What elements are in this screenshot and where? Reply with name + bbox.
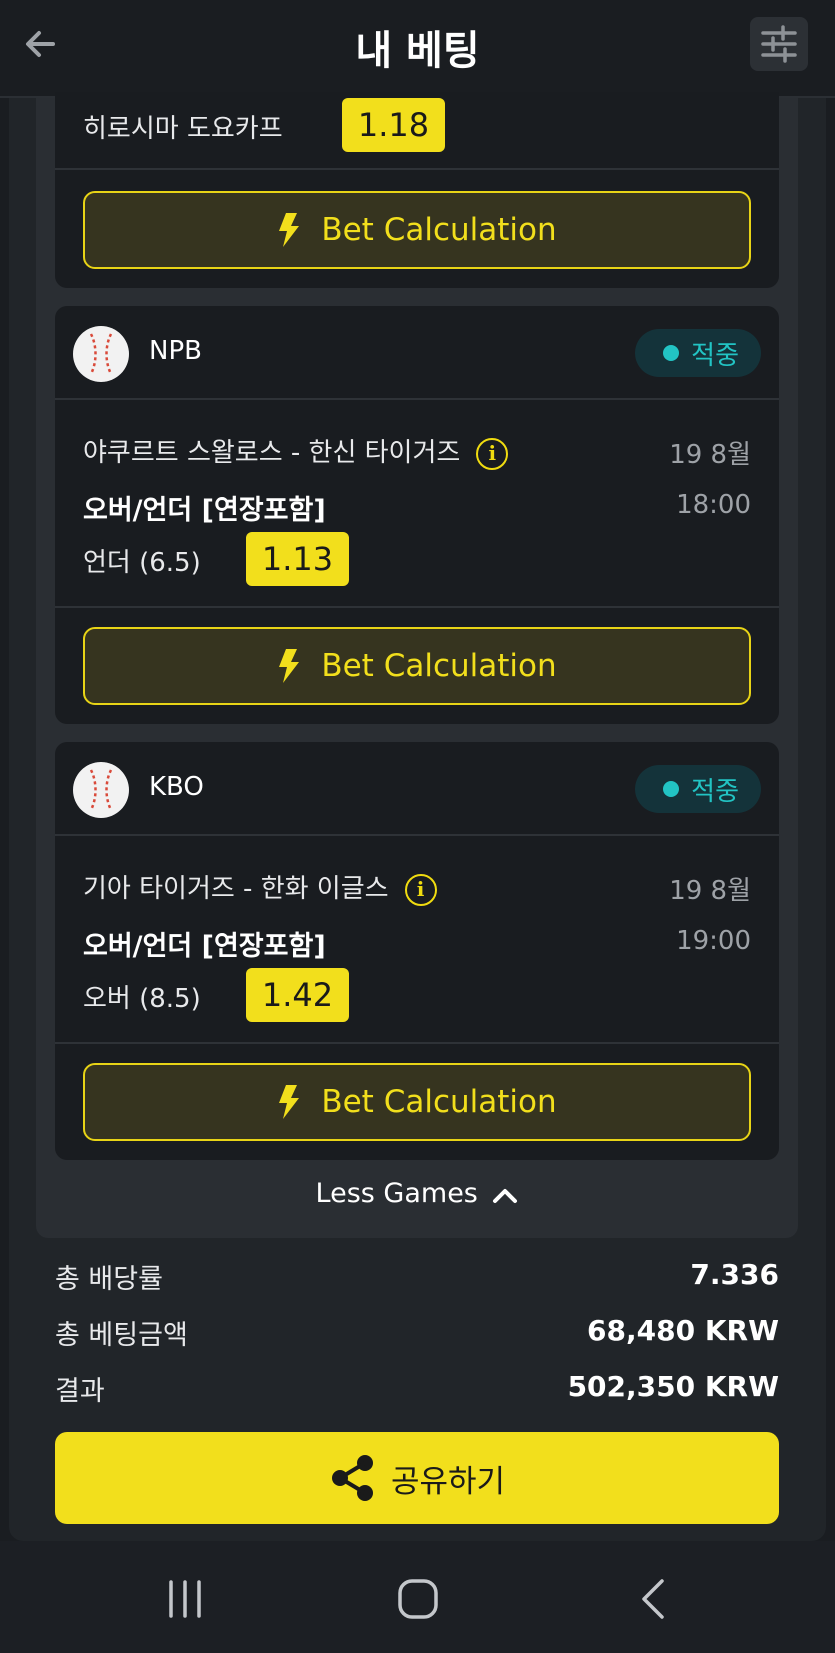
bet-calculation-label: Bet Calculation xyxy=(321,212,557,248)
top-bar: 내 베팅 xyxy=(0,0,835,98)
back-nav-button[interactable] xyxy=(623,1571,683,1627)
market-label: 오버/언더 [연장포함] xyxy=(83,495,326,526)
bet-calculation-button[interactable]: Bet Calculation xyxy=(83,191,751,269)
recents-button[interactable] xyxy=(155,1571,215,1627)
home-button[interactable] xyxy=(388,1571,448,1627)
chevron-up-icon xyxy=(493,1188,518,1203)
status-label: 적중 xyxy=(691,776,739,807)
pick-label: 언더 (6.5) xyxy=(83,548,201,578)
odds-badge: 1.42 xyxy=(246,968,349,1022)
baseball-icon xyxy=(73,326,129,382)
bet-calculation-button[interactable]: Bet Calculation xyxy=(83,627,751,705)
divider xyxy=(55,1042,779,1044)
match-time: 18:00 xyxy=(676,490,751,520)
share-label: 공유하기 xyxy=(390,1463,506,1500)
home-icon xyxy=(398,1579,438,1619)
status-dot xyxy=(663,345,680,361)
less-games-toggle[interactable]: Less Games xyxy=(36,1178,798,1209)
pick-label: 오버 (8.5) xyxy=(83,984,201,1014)
status-badge: 적중 xyxy=(635,765,761,813)
match-teams: 야쿠르트 스왈로스 - 한신 타이거즈 xyxy=(83,438,461,468)
match-teams: 기아 타이거즈 - 한화 이글스 xyxy=(83,874,389,904)
match-title: 야쿠르트 스왈로스 - 한신 타이거즈 i xyxy=(83,432,509,470)
lightning-icon xyxy=(279,649,300,683)
total-odds-label: 총 배당률 xyxy=(55,1264,163,1295)
game-card: 히로시마 도요카프 1.18 Bet Calculation xyxy=(55,92,779,288)
bet-calculation-label: Bet Calculation xyxy=(321,648,557,684)
status-label: 적중 xyxy=(691,340,739,371)
pick-label: 히로시마 도요카프 xyxy=(83,114,283,144)
card-header: NPB 적중 xyxy=(55,306,779,400)
divider xyxy=(55,606,779,608)
game-card: KBO 적중 기아 타이거즈 - 한화 이글스 i 19 8월 오버/언더 [연장… xyxy=(55,742,779,1160)
odds-badge: 1.18 xyxy=(342,98,445,152)
result-label: 결과 xyxy=(55,1376,105,1407)
match-date: 19 8월 xyxy=(669,876,751,906)
lightning-icon xyxy=(279,213,300,247)
match-title: 기아 타이거즈 - 한화 이글스 i xyxy=(83,868,437,906)
match-date: 19 8월 xyxy=(669,440,751,470)
status-badge: 적중 xyxy=(635,329,761,377)
back-icon xyxy=(642,1579,664,1619)
match-time: 19:00 xyxy=(676,926,751,956)
market-label: 오버/언더 [연장포함] xyxy=(83,931,326,962)
game-card: NPB 적중 야쿠르트 스왈로스 - 한신 타이거즈 i 19 8월 오버/언더 … xyxy=(55,306,779,724)
less-games-label: Less Games xyxy=(315,1178,478,1209)
lightning-icon xyxy=(279,1085,300,1119)
league-name: NPB xyxy=(149,336,202,366)
bet-calculation-button[interactable]: Bet Calculation xyxy=(83,1063,751,1141)
odds-badge: 1.13 xyxy=(246,532,349,586)
system-nav-bar xyxy=(0,1541,835,1653)
page-title: 내 베팅 xyxy=(355,28,480,74)
divider xyxy=(55,168,779,170)
league-name: KBO xyxy=(149,772,204,802)
total-stake-value: 68,480 KRW xyxy=(587,1314,779,1347)
total-stake-label: 총 베팅금액 xyxy=(55,1320,188,1351)
filter-sliders-icon xyxy=(761,25,797,63)
baseball-icon xyxy=(73,762,129,818)
bet-calculation-label: Bet Calculation xyxy=(321,1084,557,1120)
share-icon xyxy=(331,1455,373,1501)
info-icon[interactable]: i xyxy=(476,437,509,470)
recents-icon xyxy=(169,1580,201,1618)
filter-button[interactable] xyxy=(750,17,808,71)
share-button[interactable]: 공유하기 xyxy=(55,1432,779,1524)
total-odds-value: 7.336 xyxy=(690,1258,779,1291)
result-value: 502,350 KRW xyxy=(567,1370,779,1403)
card-header: KBO 적중 xyxy=(55,742,779,836)
status-dot xyxy=(663,781,680,797)
info-icon[interactable]: i xyxy=(404,873,437,906)
